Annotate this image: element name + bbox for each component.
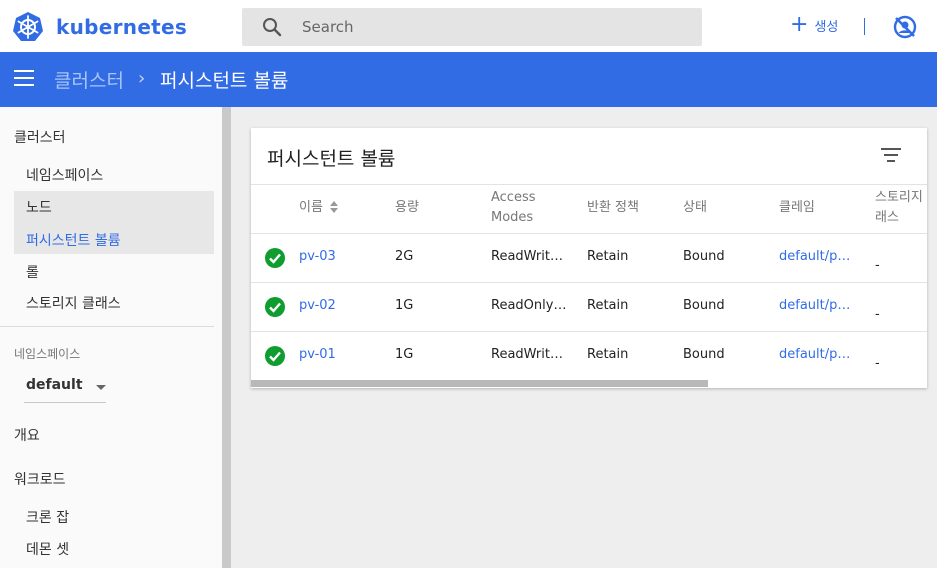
- pv-reclaim-policy: Retain: [587, 249, 629, 264]
- breadcrumb-cluster[interactable]: 클러스터: [54, 66, 124, 93]
- namespace-value: default: [26, 377, 83, 393]
- pv-storage-class: -: [875, 258, 880, 273]
- table-row[interactable]: pv-02 1G ReadOnlyMany Retain Bound defau…: [251, 282, 927, 331]
- pv-access-modes: ReadOnlyMany: [491, 298, 567, 313]
- pv-access-modes: ReadWriteOnce: [491, 249, 567, 264]
- namespace-select[interactable]: default: [24, 375, 106, 403]
- pv-reclaim-policy: Retain: [587, 298, 629, 313]
- plus-icon: +: [790, 12, 809, 37]
- create-button[interactable]: + 생성: [790, 14, 838, 36]
- toolbar-divider: [864, 18, 865, 35]
- pv-storage-class: -: [875, 307, 880, 322]
- column-header-name[interactable]: 이름: [299, 198, 339, 218]
- create-label: 생성: [814, 19, 839, 35]
- pv-name-link[interactable]: pv-01: [299, 347, 387, 362]
- search-box[interactable]: [242, 8, 702, 46]
- pv-capacity: 1G: [395, 298, 414, 313]
- check-circle-icon: [265, 346, 285, 366]
- check-circle-icon: [265, 248, 285, 268]
- sidebar-scrollbar[interactable]: [222, 107, 231, 568]
- namespace-label: 네임스페이스: [14, 347, 81, 361]
- check-circle-icon: [265, 297, 285, 317]
- sidebar-section-workloads[interactable]: 워크로드: [14, 469, 66, 489]
- column-header-storage-class: 스토리지 래스: [875, 190, 923, 225]
- top-bar: kubernetes + 생성: [0, 0, 937, 52]
- column-header-status: 상태: [683, 200, 707, 215]
- pv-status: Bound: [683, 249, 725, 264]
- sidebar-item-roles[interactable]: 롤: [26, 262, 39, 282]
- pv-status: Bound: [683, 347, 725, 362]
- pv-capacity: 1G: [395, 347, 414, 362]
- filter-icon[interactable]: [881, 148, 901, 164]
- pv-claim-link[interactable]: default/pvc-02: [779, 298, 855, 313]
- table-row[interactable]: pv-01 1G ReadWriteOnce Retain Bound defa…: [251, 331, 927, 380]
- pv-claim-link[interactable]: default/pvc-01: [779, 347, 855, 362]
- column-header-access-modes: Access Modes: [491, 190, 536, 225]
- sidebar-item-storage-classes[interactable]: 스토리지 클래스: [26, 293, 121, 313]
- pv-capacity: 2G: [395, 249, 414, 264]
- search-icon: [263, 18, 282, 37]
- sort-icon[interactable]: [329, 200, 339, 214]
- column-header-reclaim-policy: 반환 정책: [587, 200, 639, 215]
- pv-access-modes: ReadWriteOnce: [491, 347, 567, 362]
- sidebar-divider: [0, 326, 214, 327]
- breadcrumb-chevron-icon: ›: [138, 68, 146, 89]
- sidebar-item-cron-jobs[interactable]: 크론 잡: [26, 507, 69, 527]
- column-header-claim: 클레임: [779, 200, 815, 215]
- app-header: 클러스터 › 퍼시스턴트 볼륨: [0, 52, 937, 107]
- sidebar-section-overview[interactable]: 개요: [14, 425, 40, 445]
- pv-status: Bound: [683, 298, 725, 313]
- kubernetes-logo-icon[interactable]: [12, 11, 44, 43]
- card-header-divider: [251, 184, 927, 185]
- account-icon[interactable]: [893, 15, 917, 39]
- page-title: 퍼시스턴트 볼륨: [160, 70, 289, 92]
- sidebar-item-namespaces[interactable]: 네임스페이스: [26, 165, 103, 185]
- table-scrollbar-thumb[interactable]: [251, 380, 708, 387]
- persistent-volumes-card: 퍼시스턴트 볼륨 이름 용량 Access Modes 반환 정책 상태 클레임…: [251, 128, 927, 388]
- sidebar-item-daemon-sets[interactable]: 데몬 셋: [26, 539, 69, 559]
- pv-name-link[interactable]: pv-03: [299, 249, 387, 264]
- sidebar-item-persistent-volumes[interactable]: 퍼시스턴트 볼륨: [26, 230, 121, 250]
- brand-name[interactable]: kubernetes: [56, 15, 187, 39]
- pv-reclaim-policy: Retain: [587, 347, 629, 362]
- card-title: 퍼시스턴트 볼륨: [267, 148, 396, 170]
- sidebar: 클러스터 네임스페이스 노드 퍼시스턴트 볼륨 롤 스토리지 클래스 네임스페이…: [0, 107, 222, 568]
- menu-icon[interactable]: [14, 70, 34, 86]
- pv-name-link[interactable]: pv-02: [299, 298, 387, 313]
- sidebar-item-nodes[interactable]: 노드: [26, 197, 52, 217]
- dropdown-caret-icon: [96, 385, 106, 390]
- sidebar-section-cluster[interactable]: 클러스터: [14, 127, 66, 147]
- table-row[interactable]: pv-03 2G ReadWriteOnce Retain Bound defa…: [251, 233, 927, 282]
- search-input[interactable]: [302, 8, 692, 46]
- pv-claim-link[interactable]: default/pvc-03: [779, 249, 855, 264]
- pv-storage-class: -: [875, 356, 880, 371]
- column-header-capacity: 용량: [395, 200, 419, 215]
